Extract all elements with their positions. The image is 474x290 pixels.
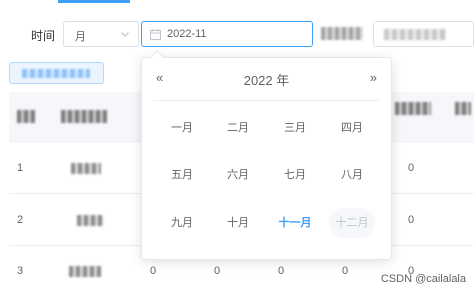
blurred-button-label bbox=[22, 69, 90, 78]
row-name-blurred bbox=[77, 215, 103, 226]
row-value: 0 bbox=[278, 265, 285, 277]
blurred-input-placeholder bbox=[384, 29, 446, 40]
picker-divider bbox=[153, 100, 380, 101]
row-value: 0 bbox=[214, 265, 221, 277]
month-date-value: 2022-11 bbox=[167, 28, 207, 40]
month-cell[interactable]: 七月 bbox=[272, 160, 318, 190]
header-cell-name bbox=[61, 110, 107, 123]
blurred-filter-input[interactable] bbox=[373, 21, 474, 47]
calendar-icon bbox=[150, 29, 161, 40]
month-cell[interactable]: 八月 bbox=[329, 160, 375, 190]
row-index: 1 bbox=[17, 162, 24, 174]
month-cell[interactable]: 一月 bbox=[159, 113, 205, 143]
row-name-blurred bbox=[71, 163, 101, 174]
header-cell-col-b bbox=[455, 102, 471, 115]
month-cell-disabled: 十二月 bbox=[329, 208, 375, 238]
row-value: 0 bbox=[408, 214, 415, 226]
month-cell[interactable]: 三月 bbox=[272, 113, 318, 143]
month-picker-popup: « 2022 年 » 一月 二月 三月 四月 五月 六月 七月 八月 九月 十月… bbox=[141, 49, 392, 260]
row-name-blurred bbox=[69, 266, 101, 277]
month-cell[interactable]: 二月 bbox=[215, 113, 261, 143]
header-cell-index bbox=[17, 110, 35, 123]
period-select[interactable]: 月 bbox=[63, 21, 139, 47]
blurred-action-button[interactable] bbox=[9, 62, 104, 84]
row-value: 0 bbox=[150, 265, 157, 277]
popup-caret bbox=[149, 49, 165, 65]
active-tab-indicator bbox=[58, 0, 130, 3]
month-date-input[interactable]: 2022-11 bbox=[141, 21, 313, 47]
period-select-value: 月 bbox=[75, 31, 86, 43]
row-index: 2 bbox=[17, 214, 24, 226]
month-cell[interactable]: 十月 bbox=[215, 208, 261, 238]
page: 时间 月 2022-11 1 0 2 0 3 0 0 0 0 0 « 2022 … bbox=[0, 0, 474, 290]
chevron-down-icon bbox=[121, 32, 129, 37]
row-value: 0 bbox=[408, 162, 415, 174]
csdn-watermark: CSDN @cailalala bbox=[380, 273, 466, 285]
month-cell[interactable]: 四月 bbox=[329, 113, 375, 143]
time-label: 时间 bbox=[31, 29, 56, 43]
month-cell[interactable]: 九月 bbox=[159, 208, 205, 238]
row-value: 0 bbox=[342, 265, 349, 277]
row-index: 3 bbox=[17, 265, 24, 277]
month-cell-current[interactable]: 十一月 bbox=[272, 208, 318, 238]
picker-year-label[interactable]: 2022 年 bbox=[142, 70, 391, 89]
header-cell-col-a bbox=[395, 102, 431, 115]
month-cell[interactable]: 五月 bbox=[159, 160, 205, 190]
month-cell[interactable]: 六月 bbox=[215, 160, 261, 190]
blurred-filter-label bbox=[321, 27, 363, 40]
next-year-button[interactable]: » bbox=[370, 70, 377, 85]
